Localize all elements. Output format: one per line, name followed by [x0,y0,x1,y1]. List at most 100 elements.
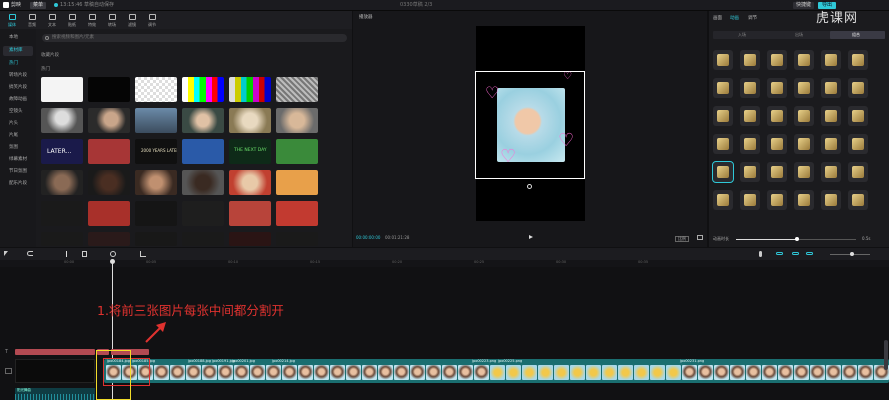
animation-preset[interactable] [848,50,868,70]
media-thumb[interactable]: LATER... [41,139,83,164]
rotate-handle-icon[interactable] [527,184,532,189]
media-thumb[interactable] [41,170,83,195]
select-tool-icon[interactable] [4,251,8,256]
animation-preset[interactable] [712,161,734,183]
media-thumb[interactable] [88,170,130,195]
media-thumb[interactable] [135,170,177,195]
animation-preset[interactable] [821,190,841,210]
tool-effects[interactable]: 特效 [84,12,100,28]
animation-preset[interactable] [794,106,814,126]
media-thumb[interactable] [182,232,224,246]
text-clip[interactable] [15,349,95,355]
animation-preset[interactable] [821,78,841,98]
media-thumb[interactable] [229,201,271,226]
animation-preset[interactable] [740,50,760,70]
animation-preset[interactable] [848,134,868,154]
tool-audio[interactable]: 音频 [24,12,40,28]
animation-preset[interactable] [821,50,841,70]
animation-preset[interactable] [848,106,868,126]
shortcut-button[interactable]: 快捷键 [793,2,815,9]
tool-media[interactable]: 媒体 [4,12,20,28]
animation-preset[interactable] [794,50,814,70]
nav-glitch[interactable]: 故障动画 [3,95,33,105]
animation-preset[interactable] [821,106,841,126]
media-thumb[interactable] [276,201,318,226]
play-icon[interactable] [529,235,533,239]
animation-preset[interactable] [767,78,787,98]
timeline-scrollbar[interactable] [884,340,888,370]
animation-preset[interactable] [848,162,868,182]
media-thumb[interactable] [88,108,130,133]
crop-icon[interactable] [140,251,146,257]
delete-icon[interactable] [82,251,87,257]
animation-preset[interactable] [821,134,841,154]
nav-outro[interactable]: 片尾 [3,131,33,141]
subtab-combo[interactable]: 组合 [852,33,860,37]
media-thumb[interactable] [88,77,130,102]
tab-animation[interactable]: 动画 [730,16,739,22]
tab-picture[interactable]: 画面 [713,16,722,22]
tool-transition[interactable]: 转场 [104,12,120,28]
media-thumb[interactable] [182,139,224,164]
media-thumb[interactable] [276,108,318,133]
animation-preset[interactable] [767,134,787,154]
magnet-icon[interactable] [792,252,799,255]
media-thumb[interactable] [88,232,130,246]
nav-transition-clips[interactable]: 转场片段 [3,71,33,81]
menu-button[interactable]: 菜单 [30,2,47,9]
nav-festival[interactable]: 节日氛围 [3,167,33,177]
animation-preset[interactable] [767,106,787,126]
preview-axis-icon[interactable] [806,252,813,255]
animation-preset[interactable] [740,190,760,210]
media-thumb[interactable] [88,201,130,226]
split-icon[interactable] [66,251,67,257]
duration-slider-knob[interactable] [795,237,799,241]
animation-preset[interactable] [740,162,760,182]
media-thumb[interactable] [276,232,318,246]
animation-preset[interactable] [713,78,733,98]
media-thumb[interactable] [41,77,83,102]
link-icon[interactable] [776,252,783,255]
media-thumb[interactable] [41,108,83,133]
subtab-out[interactable]: 出场 [795,33,803,37]
media-thumb[interactable] [88,139,130,164]
animation-preset[interactable] [767,162,787,182]
animation-preset[interactable] [821,162,841,182]
media-thumb[interactable] [229,170,271,195]
animation-preset[interactable] [794,78,814,98]
undo-icon[interactable] [27,251,33,256]
subtab-in[interactable]: 入场 [738,33,746,37]
freeze-icon[interactable] [110,251,116,257]
media-thumb[interactable] [41,232,83,246]
media-thumb[interactable] [276,139,318,164]
playhead-handle[interactable] [110,259,115,264]
media-thumb[interactable] [276,77,318,102]
animation-preset[interactable] [713,106,733,126]
media-thumb[interactable] [135,77,177,102]
nav-greenscreen[interactable]: 绿幕素材 [3,155,33,165]
tool-adjust[interactable]: 调节 [144,12,160,28]
animation-preset[interactable] [767,50,787,70]
animation-preset[interactable] [767,190,787,210]
nav-intro[interactable]: 片头 [3,119,33,129]
ratio-button[interactable]: 比例 [675,236,689,242]
animation-preset[interactable] [713,50,733,70]
tool-filter[interactable]: 滤镜 [124,12,140,28]
fullscreen-icon[interactable] [697,235,703,240]
nav-empty-shot[interactable]: 空镜头 [3,107,33,117]
black-video-clip[interactable] [15,359,95,383]
nav-music-clips[interactable]: 配乐片段 [3,179,33,189]
animation-preset[interactable] [848,78,868,98]
media-thumb[interactable] [182,170,224,195]
media-thumb[interactable] [135,108,177,133]
microphone-icon[interactable] [759,251,762,257]
animation-preset[interactable] [713,134,733,154]
animation-preset[interactable] [794,162,814,182]
animation-preset[interactable] [794,190,814,210]
media-thumb[interactable]: THE NEXT DAY [229,139,271,164]
media-thumb[interactable] [135,201,177,226]
nav-library[interactable]: 素材库 [3,46,33,56]
tab-adjust[interactable]: 调节 [748,16,757,22]
media-thumb[interactable] [135,232,177,246]
tool-sticker[interactable]: 贴纸 [64,12,80,28]
